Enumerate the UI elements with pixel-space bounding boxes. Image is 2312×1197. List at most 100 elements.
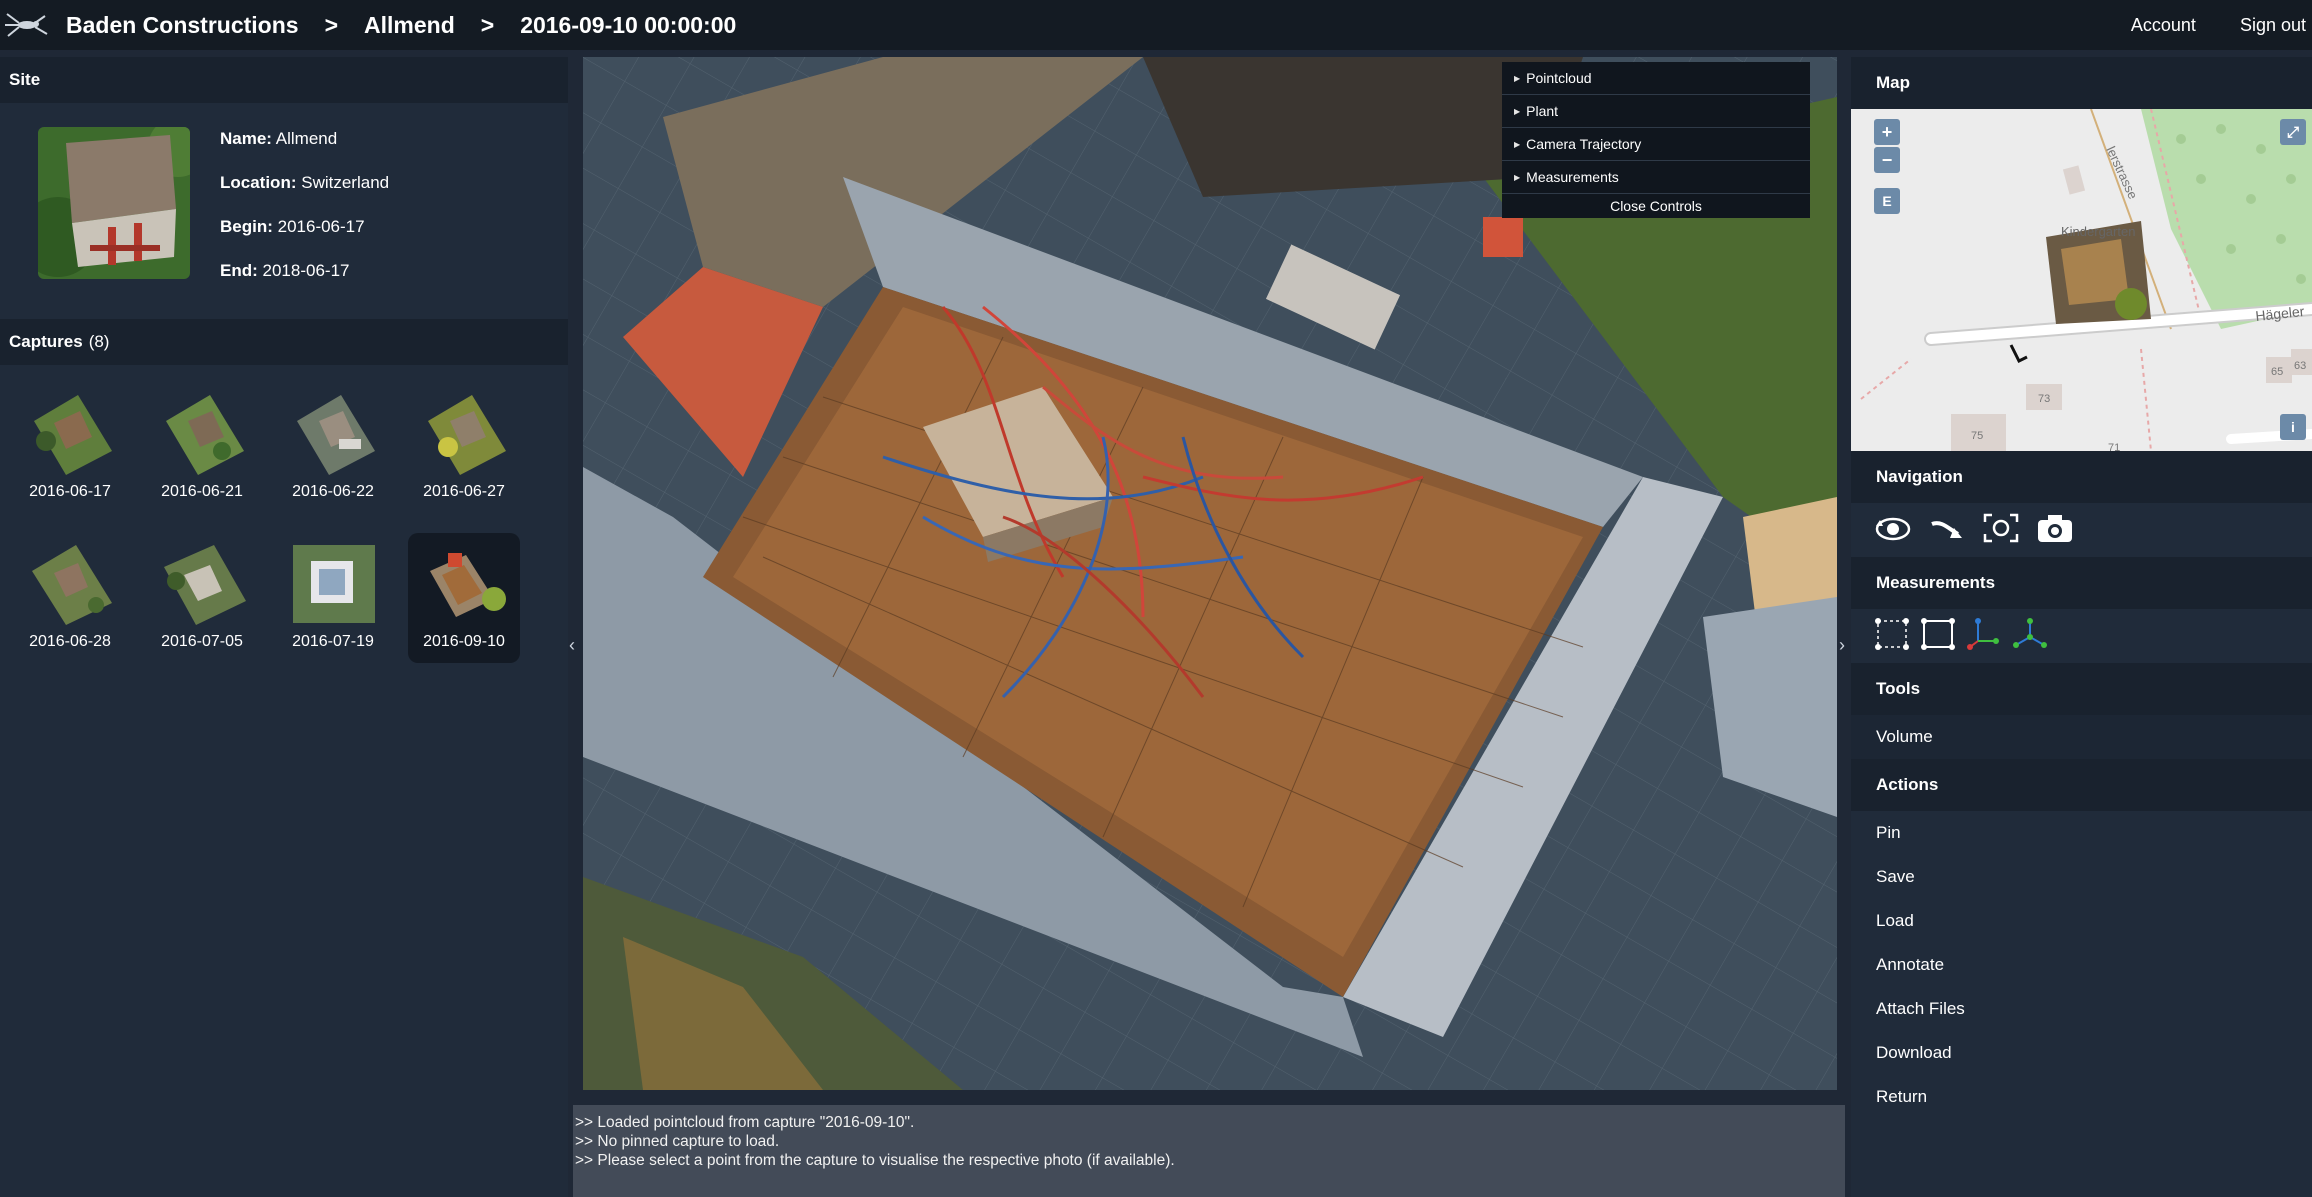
controls-item-label: Plant: [1526, 103, 1559, 119]
map-canvas[interactable]: lerstrasse Kindergarten Hägeler 73 75 71…: [1851, 109, 2312, 451]
right-panel: Map lerstrasse Kindergarten Hägeler 73 7…: [1851, 57, 2312, 1197]
site-end-label: End:: [220, 261, 258, 280]
camera-icon[interactable]: [2036, 512, 2074, 549]
controls-item-measurements[interactable]: ▶ Measurements: [1502, 161, 1810, 194]
capture-item[interactable]: 2016-07-19: [277, 533, 389, 663]
capture-thumbnail: [293, 545, 375, 623]
account-link[interactable]: Account: [2131, 15, 2196, 36]
map-info-button[interactable]: i: [2280, 414, 2306, 440]
zoom-in-button[interactable]: +: [1874, 119, 1900, 145]
console-line: >> No pinned capture to load.: [575, 1133, 780, 1150]
close-controls-button[interactable]: Close Controls: [1502, 194, 1810, 218]
distance-icon[interactable]: [1874, 617, 1910, 656]
capture-item[interactable]: 2016-06-17: [14, 383, 126, 513]
map-house-number: 65: [2271, 366, 2283, 378]
orbit-icon[interactable]: [1874, 512, 1912, 549]
map-section-title: Map: [1876, 73, 1910, 92]
map-kindergarten-label: Kindergarten: [2061, 224, 2135, 239]
capture-thumbnail: [297, 395, 375, 475]
breadcrumb-company[interactable]: Baden Constructions: [66, 12, 299, 39]
capture-item[interactable]: 2016-06-28: [14, 533, 126, 663]
app-logo-icon[interactable]: [2, 0, 52, 50]
breadcrumb-site[interactable]: Allmend: [364, 12, 455, 39]
site-begin-value: 2016-06-17: [277, 217, 365, 236]
site-begin-label: Begin:: [220, 217, 273, 236]
capture-item[interactable]: 2016-06-22: [277, 383, 389, 513]
action-return[interactable]: Return: [1851, 1075, 2312, 1119]
edit-map-button[interactable]: E: [1874, 188, 1900, 214]
capture-thumbnail: [32, 545, 112, 625]
site-thumbnail: [38, 127, 190, 279]
navigation-toolbar: [1851, 503, 2312, 557]
map-house-number: 63: [2294, 360, 2306, 372]
capture-date: 2016-06-27: [423, 483, 505, 500]
top-bar: Baden Constructions > Allmend > 2016-09-…: [0, 0, 2312, 50]
capture-item[interactable]: 2016-06-27: [408, 383, 520, 513]
captures-grid: 2016-06-17 2016-06-21 2016-06-22 2016-06…: [0, 365, 568, 685]
tool-volume[interactable]: Volume: [1851, 715, 2312, 759]
console-log: >> Loaded pointcloud from capture "2016-…: [573, 1105, 1845, 1197]
collapse-right-icon[interactable]: ›: [1839, 635, 1845, 656]
captures-section-header: Captures (8): [0, 319, 568, 365]
actions-section-header: Actions: [1851, 759, 2312, 811]
breadcrumb-capture: 2016-09-10 00:00:00: [520, 11, 737, 38]
capture-date: 2016-06-22: [292, 483, 374, 500]
action-attach-files[interactable]: Attach Files: [1851, 987, 2312, 1031]
viewer-controls-menu: ▶ Pointcloud ▶ Plant ▶ Camera Trajectory ▶ M…: [1502, 62, 1810, 218]
fly-icon[interactable]: [1928, 512, 1966, 549]
collapse-left-icon[interactable]: ‹: [569, 635, 575, 656]
capture-date: 2016-06-21: [161, 483, 243, 500]
measurements-section-header: Measurements: [1851, 557, 2312, 609]
left-panel: Site Name: Allmend Location: Switzerland…: [0, 57, 568, 1197]
capture-thumbnail: [164, 545, 246, 625]
navigation-section-header: Navigation: [1851, 451, 2312, 503]
area-icon[interactable]: [1920, 617, 1956, 656]
controls-item-camera-trajectory[interactable]: ▶ Camera Trajectory: [1502, 128, 1810, 161]
action-save[interactable]: Save: [1851, 855, 2312, 899]
capture-date: 2016-09-10: [423, 633, 505, 650]
site-name-label: Name:: [220, 129, 272, 148]
console-line: >> Please select a point from the captur…: [575, 1152, 1175, 1169]
capture-item-selected[interactable]: 2016-09-10: [408, 533, 520, 663]
action-load[interactable]: Load: [1851, 899, 2312, 943]
tools-section-title: Tools: [1876, 679, 1921, 698]
tools-section-header: Tools: [1851, 663, 2312, 715]
focus-icon[interactable]: [1982, 512, 2020, 549]
angle-icon[interactable]: [2012, 617, 2048, 656]
controls-item-label: Camera Trajectory: [1526, 136, 1642, 152]
action-download[interactable]: Download: [1851, 1031, 2312, 1075]
height-icon[interactable]: [1966, 617, 2002, 656]
site-map[interactable]: lerstrasse Kindergarten Hägeler 73 75 71…: [1851, 109, 2312, 451]
controls-item-plant[interactable]: ▶ Plant: [1502, 95, 1810, 128]
map-house-number: 71: [2108, 442, 2120, 451]
zoom-out-button[interactable]: −: [1874, 147, 1900, 173]
caret-right-icon: ▶: [1514, 73, 1521, 83]
site-name-value: Allmend: [275, 129, 338, 148]
breadcrumb-separator: >: [324, 11, 339, 38]
site-location-label: Location:: [220, 173, 297, 192]
site-end-value: 2018-06-17: [262, 261, 350, 280]
caret-right-icon: ▶: [1514, 139, 1521, 149]
fullscreen-icon[interactable]: ⤢: [2280, 119, 2306, 145]
capture-thumbnail: [428, 395, 506, 475]
caret-right-icon: ▶: [1514, 172, 1521, 182]
capture-item[interactable]: 2016-06-21: [146, 383, 258, 513]
capture-date: 2016-07-19: [292, 633, 374, 650]
site-section-header: Site: [0, 57, 568, 103]
captures-section-title: Captures: [9, 332, 83, 351]
capture-date: 2016-06-17: [29, 483, 111, 500]
caret-right-icon: ▶: [1514, 106, 1521, 116]
console-line: >> Loaded pointcloud from capture "2016-…: [575, 1114, 915, 1131]
navigation-section-title: Navigation: [1876, 467, 1963, 486]
measurements-section-title: Measurements: [1876, 573, 1996, 592]
action-pin[interactable]: Pin: [1851, 811, 2312, 855]
action-annotate[interactable]: Annotate: [1851, 943, 2312, 987]
measurements-toolbar: [1851, 609, 2312, 663]
map-house-number: 75: [1971, 430, 1983, 442]
capture-item[interactable]: 2016-07-05: [146, 533, 258, 663]
controls-item-label: Pointcloud: [1526, 70, 1592, 86]
sign-out-link[interactable]: Sign out: [2240, 15, 2306, 36]
capture-date: 2016-06-28: [29, 633, 111, 650]
controls-item-pointcloud[interactable]: ▶ Pointcloud: [1502, 62, 1810, 95]
chevron-down-icon[interactable]: ⌄: [1203, 1085, 1216, 1090]
